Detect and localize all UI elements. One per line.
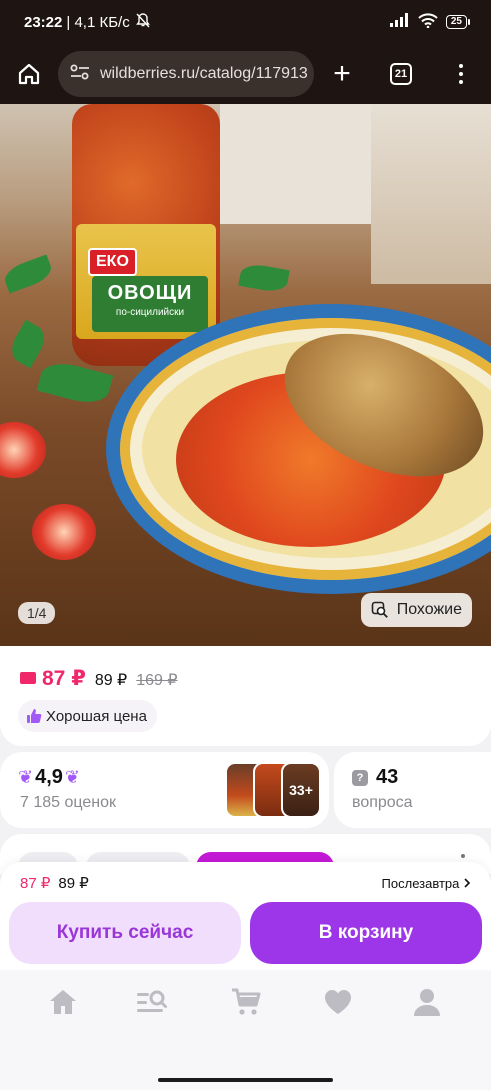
laurel-left-icon: ❦: [18, 767, 34, 787]
signal-icon: [389, 13, 410, 31]
add-to-cart-button[interactable]: В корзину: [250, 902, 482, 964]
chevron-right-icon: [464, 878, 471, 888]
network-speed: | 4,1 КБ/с: [66, 13, 130, 31]
laurel-right-icon: ❦: [64, 767, 80, 787]
buy-bar: 87 ₽ 89 ₽ Послезавтра Купить сейчас В ко…: [0, 862, 491, 970]
questions-count-row: ? 43: [352, 766, 398, 789]
good-price-label: Хорошая цена: [46, 707, 147, 725]
background-wall: [220, 104, 380, 224]
more-dots-icon[interactable]: [461, 854, 465, 858]
url-text: wildberries.ru/catalog/117913: [100, 65, 308, 82]
buy-bar-price: 89 ₽: [58, 875, 89, 892]
price-row: 87 ₽ 89 ₽ 169 ₽: [20, 666, 178, 691]
image-pager: 1/4: [18, 602, 56, 624]
buy-bar-wallet-price: 87 ₽: [20, 875, 51, 892]
browser-menu-button[interactable]: [432, 64, 490, 84]
rating-count: 7 185 оценок: [20, 794, 116, 811]
cart-icon: [232, 988, 261, 1015]
buy-bar-prices: 87 ₽ 89 ₽: [20, 874, 89, 892]
delivery-date-label: Послезавтра: [381, 876, 460, 891]
jar-title: ОВОЩИ: [107, 282, 193, 304]
muted-bell-icon: [135, 13, 150, 31]
questions-label: вопроса: [352, 794, 413, 811]
rating-value-row: ❦ 4,9 ❦: [18, 766, 80, 789]
tomato-slice: [32, 504, 96, 560]
jar-subtitle: по-сицилийски: [115, 307, 185, 318]
buy-now-button[interactable]: Купить сейчас: [9, 902, 241, 964]
basil-leaf: [1, 254, 55, 294]
good-price-badge[interactable]: Хорошая цена: [18, 700, 157, 732]
home-icon: [50, 990, 76, 1014]
home-icon: [18, 63, 40, 85]
rating-card[interactable]: ❦ 4,9 ❦ 7 185 оценок 33+: [0, 752, 329, 828]
nav-profile[interactable]: [397, 984, 457, 1020]
similar-button[interactable]: Похожие: [360, 593, 472, 627]
new-tab-button[interactable]: +: [314, 59, 370, 89]
wallet-price[interactable]: 87 ₽: [20, 666, 86, 691]
catalog-search-icon: [137, 990, 167, 1012]
questions-card[interactable]: ? 43 вопроса: [334, 752, 491, 828]
questions-count: 43: [376, 766, 399, 788]
bottom-nav: [0, 970, 491, 1090]
status-bar: 23:22 | 4,1 КБ/с 25: [0, 0, 491, 44]
browser-toolbar: wildberries.ru/catalog/117913 + 21: [0, 44, 491, 104]
question-icon: ?: [352, 769, 368, 786]
thumbs-up-icon: [27, 709, 42, 723]
favorites-icon: [325, 990, 351, 1014]
nav-favorites[interactable]: [308, 984, 368, 1020]
regular-price: 89 ₽: [94, 672, 128, 689]
similar-search-icon: [371, 601, 388, 618]
address-bar[interactable]: wildberries.ru/catalog/117913: [58, 51, 314, 97]
delivery-date[interactable]: Послезавтра: [382, 876, 471, 891]
tabs-count: 21: [390, 63, 412, 85]
status-time: 23:22: [24, 13, 63, 31]
review-photos[interactable]: 33+: [225, 762, 321, 818]
brand-logo: ЕКО: [88, 248, 137, 276]
nav-catalog[interactable]: [122, 984, 182, 1020]
review-photos-more[interactable]: 33+: [281, 762, 321, 818]
wallet-icon: [20, 672, 36, 684]
nav-cart[interactable]: [216, 984, 276, 1020]
profile-icon: [414, 989, 440, 1016]
jar-title-box: ОВОЩИ по-сицилийски: [92, 276, 208, 332]
menu-dot: [459, 64, 463, 68]
rating-value: 4,9: [35, 766, 63, 788]
browser-home-button[interactable]: [0, 62, 58, 86]
gesture-home-indicator: [158, 1078, 333, 1082]
tomato-slice: [0, 422, 46, 478]
background-window: [371, 104, 491, 284]
price-card: 87 ₽ 89 ₽ 169 ₽ Хорошая цена: [0, 646, 491, 746]
battery-icon: 25: [445, 15, 471, 29]
product-image[interactable]: ЕКО ОВОЩИ по-сицилийски 1/4 Похожие: [0, 104, 491, 646]
similar-label: Похожие: [396, 601, 462, 618]
site-settings-icon[interactable]: [70, 64, 90, 85]
basil-leaf: [5, 319, 51, 369]
nav-home[interactable]: [33, 984, 93, 1020]
menu-dot: [459, 72, 463, 76]
old-price: 169 ₽: [136, 672, 178, 689]
menu-dot: [459, 80, 463, 84]
wifi-icon: [418, 12, 438, 32]
tabs-button[interactable]: 21: [370, 63, 432, 85]
basil-leaf: [238, 262, 290, 294]
